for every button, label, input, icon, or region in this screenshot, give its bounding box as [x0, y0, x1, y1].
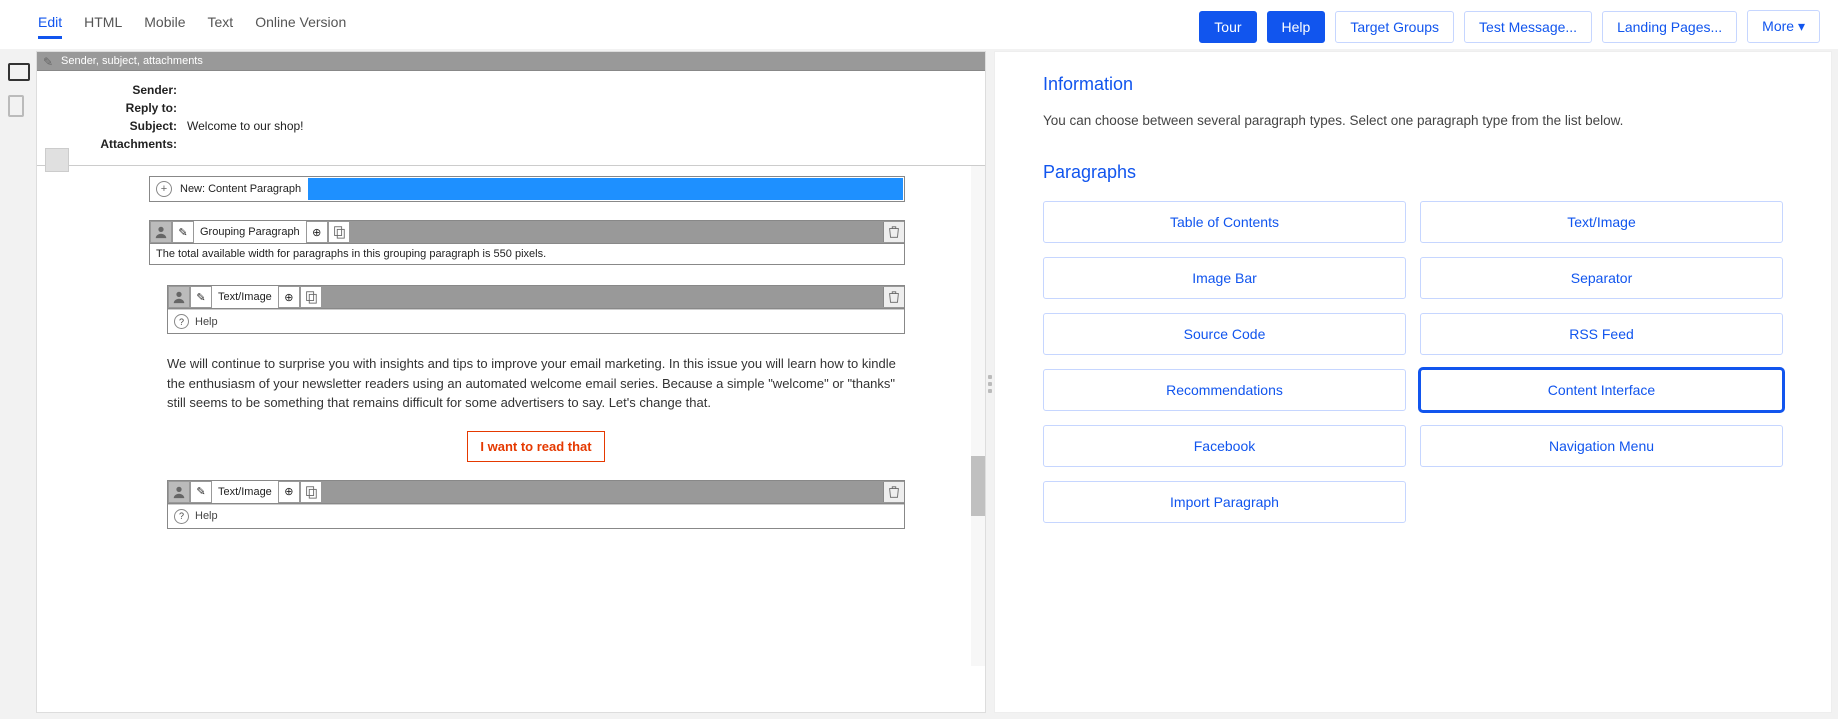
- help-button[interactable]: Help: [1267, 11, 1326, 43]
- test-message-button[interactable]: Test Message...: [1464, 11, 1592, 43]
- target-icon[interactable]: ⊕: [307, 222, 327, 242]
- person-icon[interactable]: [151, 222, 171, 242]
- main-area: Sender, subject, attachments Sender: Rep…: [0, 49, 1838, 719]
- trash-icon[interactable]: [883, 482, 904, 502]
- help-row[interactable]: ?Help: [168, 504, 904, 528]
- view-tabs: Edit HTML Mobile Text Online Version: [18, 14, 346, 39]
- trash-icon[interactable]: [883, 222, 904, 242]
- sender-label: Sender:: [47, 83, 177, 97]
- desktop-icon[interactable]: [8, 63, 30, 81]
- header-section-label: Sender, subject, attachments: [61, 55, 203, 67]
- device-switcher: [0, 49, 36, 719]
- right-panel: Information You can choose between sever…: [994, 51, 1832, 713]
- email-editor: Sender, subject, attachments Sender: Rep…: [36, 51, 986, 713]
- target-icon[interactable]: ⊕: [279, 287, 299, 307]
- pencil-icon: [43, 55, 55, 67]
- ptype-image-bar[interactable]: Image Bar: [1043, 257, 1406, 299]
- pencil-icon[interactable]: ✎: [191, 482, 211, 502]
- tab-online[interactable]: Online Version: [255, 14, 346, 30]
- grouping-note: The total available width for paragraphs…: [150, 244, 904, 264]
- question-icon: ?: [174, 314, 189, 329]
- trash-icon[interactable]: [883, 287, 904, 307]
- ptype-navigation-menu[interactable]: Navigation Menu: [1420, 425, 1783, 467]
- help-row[interactable]: ?Help: [168, 309, 904, 333]
- paragraph-type-grid: Table of Contents Text/Image Image Bar S…: [1043, 201, 1783, 523]
- ptype-import-paragraph[interactable]: Import Paragraph: [1043, 481, 1406, 523]
- scrollbar-thumb[interactable]: [971, 456, 985, 516]
- ti-title: Text/Image: [212, 481, 278, 503]
- more-button[interactable]: More: [1747, 10, 1820, 43]
- top-bar: Edit HTML Mobile Text Online Version Tou…: [0, 0, 1838, 49]
- head-filler: [350, 221, 883, 243]
- ptype-rss-feed[interactable]: RSS Feed: [1420, 313, 1783, 355]
- text-image-paragraph-2[interactable]: ✎ Text/Image ⊕ ?Help: [167, 480, 905, 529]
- information-heading: Information: [1043, 74, 1783, 95]
- ptype-recommendations[interactable]: Recommendations: [1043, 369, 1406, 411]
- header-section-bar[interactable]: Sender, subject, attachments: [37, 52, 985, 71]
- editor-body: + New: Content Paragraph ✎ Grouping Para…: [37, 166, 985, 666]
- copy-icon[interactable]: [301, 287, 321, 307]
- new-paragraph-label: New: Content Paragraph: [178, 179, 307, 199]
- person-icon[interactable]: [169, 287, 189, 307]
- email-meta: Sender: Reply to: Subject: Welcome to our…: [37, 71, 985, 166]
- new-paragraph-highlight: [308, 178, 903, 200]
- mobile-icon[interactable]: [8, 95, 24, 117]
- subject-value: Welcome to our shop!: [187, 119, 304, 133]
- tour-button[interactable]: Tour: [1199, 11, 1256, 43]
- copy-icon[interactable]: [329, 222, 349, 242]
- top-actions: Tour Help Target Groups Test Message... …: [1199, 10, 1820, 43]
- canvas: + New: Content Paragraph ✎ Grouping Para…: [37, 166, 985, 569]
- tab-mobile[interactable]: Mobile: [144, 14, 185, 30]
- pencil-icon[interactable]: ✎: [191, 287, 211, 307]
- target-groups-button[interactable]: Target Groups: [1335, 11, 1454, 43]
- plus-icon: +: [156, 181, 172, 197]
- nested-paragraphs: ✎ Text/Image ⊕ ?Help We will continue to…: [167, 285, 905, 529]
- replyto-label: Reply to:: [47, 101, 177, 115]
- body-text: We will continue to surprise you with in…: [167, 354, 905, 413]
- ti-title: Text/Image: [212, 286, 278, 308]
- grouping-head: ✎ Grouping Paragraph ⊕: [150, 221, 904, 244]
- tab-text[interactable]: Text: [208, 14, 234, 30]
- paragraphs-heading: Paragraphs: [1043, 162, 1783, 183]
- new-content-paragraph[interactable]: + New: Content Paragraph: [149, 176, 905, 202]
- pencil-icon[interactable]: ✎: [173, 222, 193, 242]
- ptype-toc[interactable]: Table of Contents: [1043, 201, 1406, 243]
- tab-html[interactable]: HTML: [84, 14, 122, 30]
- person-icon[interactable]: [169, 482, 189, 502]
- cta-button[interactable]: I want to read that: [467, 431, 604, 462]
- subject-label: Subject:: [47, 119, 177, 133]
- scrollbar-track[interactable]: [971, 166, 985, 666]
- resize-grip[interactable]: [986, 49, 994, 719]
- copy-icon[interactable]: [301, 482, 321, 502]
- information-text: You can choose between several paragraph…: [1043, 113, 1783, 128]
- landing-pages-button[interactable]: Landing Pages...: [1602, 11, 1737, 43]
- grouping-paragraph[interactable]: ✎ Grouping Paragraph ⊕ The total availab…: [149, 220, 905, 265]
- grouping-title: Grouping Paragraph: [194, 221, 306, 243]
- text-image-paragraph-1[interactable]: ✎ Text/Image ⊕ ?Help: [167, 285, 905, 334]
- ptype-separator[interactable]: Separator: [1420, 257, 1783, 299]
- ptype-content-interface[interactable]: Content Interface: [1420, 369, 1783, 411]
- target-icon[interactable]: ⊕: [279, 482, 299, 502]
- question-icon: ?: [174, 509, 189, 524]
- ptype-text-image[interactable]: Text/Image: [1420, 201, 1783, 243]
- ptype-facebook[interactable]: Facebook: [1043, 425, 1406, 467]
- ptype-source-code[interactable]: Source Code: [1043, 313, 1406, 355]
- tab-edit[interactable]: Edit: [38, 14, 62, 39]
